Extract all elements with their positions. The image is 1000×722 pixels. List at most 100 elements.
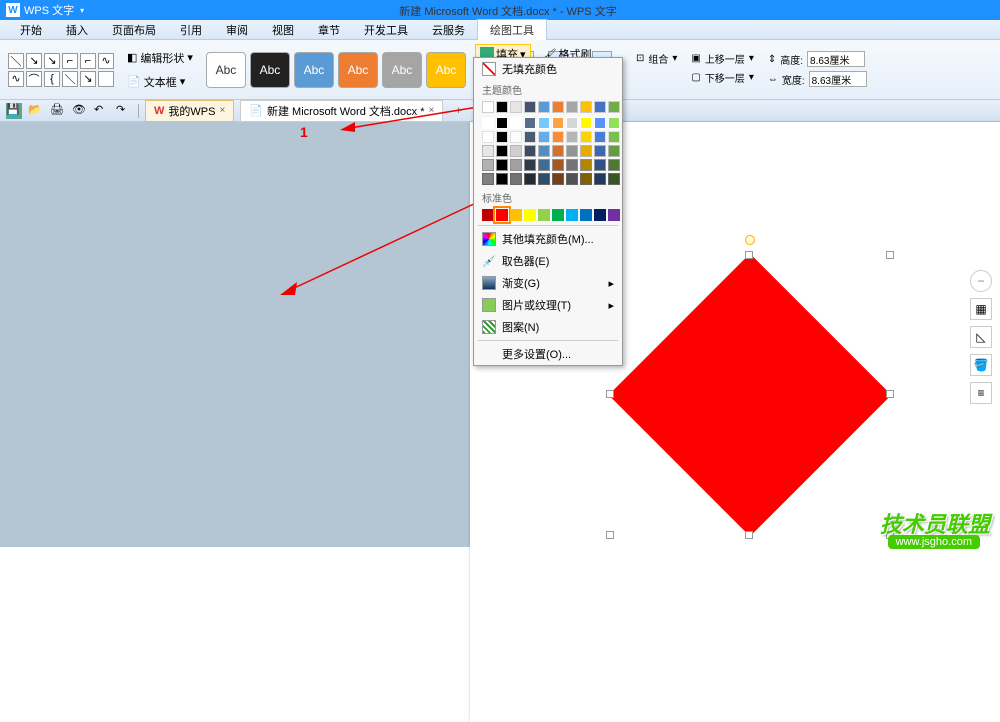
standard-color-swatch[interactable] (608, 209, 620, 221)
color-swatch[interactable] (552, 173, 564, 185)
color-swatch[interactable] (538, 173, 550, 185)
color-swatch[interactable] (552, 145, 564, 157)
theme-color-row[interactable] (474, 99, 622, 115)
color-swatch[interactable] (566, 145, 578, 157)
style-4[interactable]: Abc (338, 52, 378, 88)
color-swatch[interactable] (580, 173, 592, 185)
color-swatch[interactable] (580, 159, 592, 171)
color-swatch[interactable] (566, 131, 578, 143)
style-3[interactable]: Abc (294, 52, 334, 88)
color-swatch[interactable] (566, 173, 578, 185)
color-swatch[interactable] (594, 145, 606, 157)
group-button[interactable]: ⊡组合▾ (636, 51, 677, 66)
standard-color-swatch[interactable] (510, 209, 522, 221)
menu-cloud[interactable]: 云服务 (420, 20, 477, 40)
color-swatch[interactable] (524, 173, 536, 185)
undo-icon[interactable]: ↶ (94, 103, 110, 119)
color-swatch[interactable] (496, 173, 508, 185)
color-swatch[interactable] (594, 173, 606, 185)
menu-review[interactable]: 审阅 (214, 20, 260, 40)
style-5[interactable]: Abc (382, 52, 422, 88)
standard-color-swatch[interactable] (524, 209, 536, 221)
resize-handle-sw[interactable] (606, 531, 614, 539)
eyedropper-option[interactable]: 💉 取色器(E) (474, 250, 622, 272)
resize-handle-n[interactable] (745, 251, 753, 259)
color-swatch[interactable] (510, 131, 522, 143)
more-settings-option[interactable]: 更多设置(O)... (474, 343, 622, 365)
picture-option[interactable]: 图片或纹理(T)▸ (474, 294, 622, 316)
color-swatch[interactable] (566, 117, 578, 129)
color-swatch[interactable] (510, 159, 522, 171)
color-swatch[interactable] (608, 117, 620, 129)
color-swatch[interactable] (608, 159, 620, 171)
diamond-shape[interactable] (609, 254, 892, 537)
color-swatch[interactable] (482, 173, 494, 185)
standard-color-swatch[interactable] (566, 209, 578, 221)
height-input[interactable]: 8.63厘米 (807, 51, 865, 67)
color-swatch[interactable] (524, 145, 536, 157)
float-wrap-button[interactable]: ▦ (970, 298, 992, 320)
color-swatch[interactable] (608, 173, 620, 185)
menu-references[interactable]: 引用 (168, 20, 214, 40)
selected-shape[interactable] (610, 255, 890, 535)
float-remove-button[interactable]: − (970, 270, 992, 292)
standard-color-swatch[interactable] (580, 209, 592, 221)
send-backward-button[interactable]: ▢下移一层▾ (691, 70, 753, 85)
width-input[interactable]: 8.63厘米 (809, 71, 867, 87)
style-gallery[interactable]: Abc Abc Abc Abc Abc Abc (206, 52, 466, 88)
rotation-handle[interactable] (745, 235, 755, 245)
close-icon[interactable]: × (219, 105, 225, 116)
style-6[interactable]: Abc (426, 52, 466, 88)
standard-color-swatch[interactable] (482, 209, 494, 221)
float-outline-button[interactable]: ◺ (970, 326, 992, 348)
color-swatch[interactable] (538, 131, 550, 143)
preview-icon[interactable]: 👁 (72, 103, 88, 119)
standard-color-swatch[interactable] (552, 209, 564, 221)
pattern-option[interactable]: 图案(N) (474, 316, 622, 338)
color-swatch[interactable] (608, 145, 620, 157)
color-swatch[interactable] (594, 131, 606, 143)
resize-handle-w[interactable] (606, 390, 614, 398)
color-swatch[interactable] (580, 117, 592, 129)
menu-page-layout[interactable]: 页面布局 (100, 20, 168, 40)
color-swatch[interactable] (566, 159, 578, 171)
tab-my-wps[interactable]: W 我的WPS × (145, 100, 234, 122)
color-swatch[interactable] (608, 131, 620, 143)
no-fill-option[interactable]: 无填充颜色 (474, 58, 622, 80)
color-swatch[interactable] (482, 117, 494, 129)
resize-handle-s[interactable] (745, 531, 753, 539)
color-swatch[interactable] (496, 159, 508, 171)
color-swatch[interactable] (538, 145, 550, 157)
color-swatch[interactable] (496, 131, 508, 143)
color-swatch[interactable] (594, 117, 606, 129)
resize-handle-e[interactable] (886, 390, 894, 398)
color-swatch[interactable] (510, 173, 522, 185)
color-swatch[interactable] (496, 117, 508, 129)
standard-color-row[interactable] (474, 207, 622, 223)
style-1[interactable]: Abc (206, 52, 246, 88)
lines-grid[interactable]: ＼↘↘⌐⌐∿ ∿⌒{＼↘ (8, 53, 114, 87)
chevron-down-icon[interactable]: ▾ (80, 6, 84, 15)
color-swatch[interactable] (580, 145, 592, 157)
float-style-button[interactable]: ≡ (970, 382, 992, 404)
color-swatch[interactable] (510, 117, 522, 129)
standard-color-swatch[interactable] (496, 209, 508, 221)
color-swatch[interactable] (482, 145, 494, 157)
print-icon[interactable]: 🖨 (50, 103, 66, 119)
gradient-option[interactable]: 渐变(G)▸ (474, 272, 622, 294)
menu-start[interactable]: 开始 (8, 20, 54, 40)
more-colors-option[interactable]: 其他填充颜色(M)... (474, 228, 622, 250)
color-swatch[interactable] (552, 159, 564, 171)
standard-color-swatch[interactable] (538, 209, 550, 221)
color-swatch[interactable] (594, 159, 606, 171)
bring-forward-button[interactable]: ▣上移一层▾ (691, 51, 753, 66)
resize-handle-ne[interactable] (886, 251, 894, 259)
menu-view[interactable]: 视图 (260, 20, 306, 40)
color-swatch[interactable] (538, 117, 550, 129)
save-icon[interactable]: 💾 (6, 103, 22, 119)
color-swatch[interactable] (510, 145, 522, 157)
color-swatch[interactable] (552, 131, 564, 143)
open-icon[interactable]: 📂 (28, 103, 44, 119)
menu-devtools[interactable]: 开发工具 (352, 20, 420, 40)
float-fill-button[interactable]: 🪣 (970, 354, 992, 376)
